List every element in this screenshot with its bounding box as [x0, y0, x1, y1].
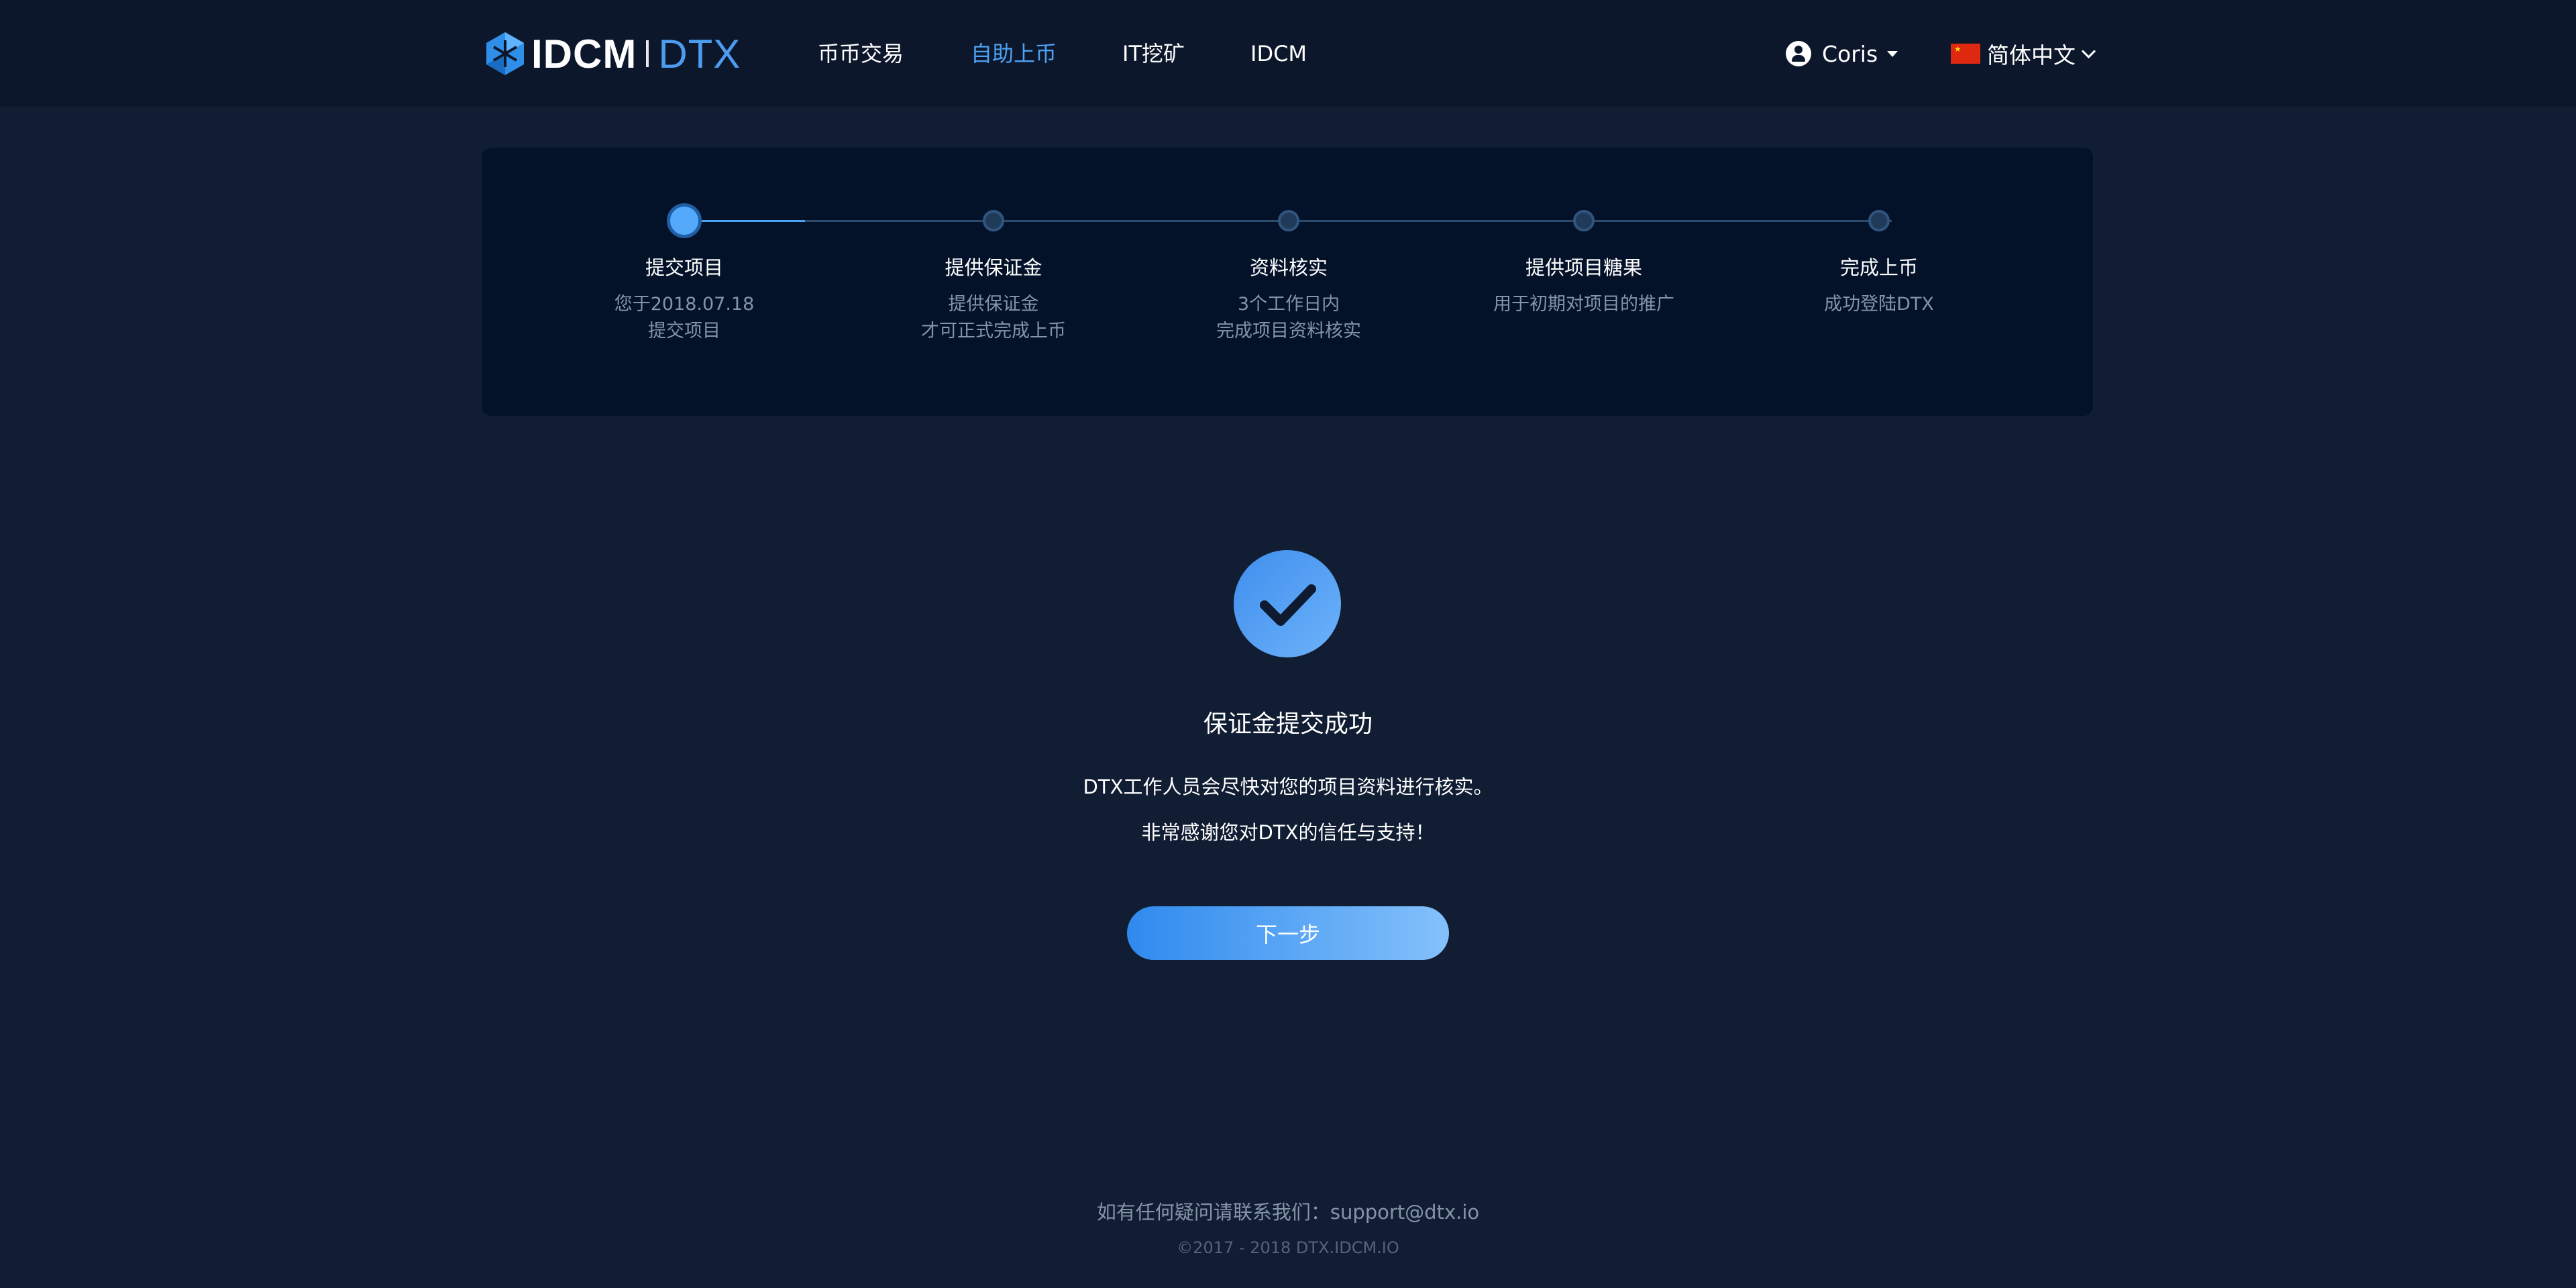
- step-title-listed: 完成上币: [1839, 256, 1918, 279]
- step-desc-line: 提交项目: [648, 321, 720, 341]
- hexagon-logo-icon: [486, 32, 524, 75]
- success-check-icon: [1234, 550, 1341, 657]
- support-email-link[interactable]: support@dtx.io: [1330, 1201, 1479, 1224]
- step-title-deposit: 提供保证金: [945, 256, 1042, 279]
- step-desc-line: 3个工作日内: [1237, 294, 1340, 315]
- step-desc-line: 才可正式完成上币: [921, 321, 1066, 341]
- caret-down-icon: [1887, 50, 1898, 57]
- step-desc-line: 提供保证金: [948, 294, 1039, 315]
- chevron-down-icon: [2081, 44, 2096, 58]
- nav-self-listing[interactable]: 自助上币: [971, 38, 1057, 70]
- user-menu[interactable]: Coris: [1786, 38, 1898, 70]
- success-message-line2: 非常感谢您对DTX的信任与支持！: [1141, 821, 1435, 844]
- step-title-verify: 资料核实: [1249, 256, 1328, 279]
- language-selector[interactable]: 简体中文: [1951, 38, 2096, 70]
- step-desc-line: 完成项目资料核实: [1216, 321, 1361, 341]
- progress-track-completed: [684, 220, 805, 222]
- step-desc-listed: 成功登陆DTX: [1745, 291, 2013, 318]
- nav-coin-trading[interactable]: 币币交易: [818, 38, 904, 70]
- user-avatar-icon: [1786, 41, 1811, 66]
- step-desc-line: 成功登陆DTX: [1824, 294, 1934, 315]
- step-title-submit: 提交项目: [645, 256, 723, 279]
- step-node-5: [1868, 210, 1890, 231]
- step-node-3: [1278, 210, 1299, 231]
- step-node-4: [1573, 210, 1595, 231]
- logo-divider: [646, 40, 649, 67]
- step-desc-submit: 您于2018.07.18 提交项目: [550, 291, 818, 345]
- step-node-1: [667, 203, 702, 238]
- progress-track: [805, 220, 1892, 222]
- next-step-button[interactable]: 下一步: [1127, 906, 1449, 960]
- step-desc-candy: 用于初期对项目的推广: [1450, 291, 1718, 318]
- step-desc-line: 用于初期对项目的推广: [1493, 294, 1674, 315]
- step-desc-deposit: 提供保证金 才可正式完成上币: [859, 291, 1128, 345]
- success-message-line1: DTX工作人员会尽快对您的项目资料进行核实。: [1083, 775, 1493, 798]
- logo-idcm-text: IDCM: [531, 31, 637, 76]
- nav-it-mining[interactable]: IT挖矿: [1122, 38, 1185, 70]
- step-title-candy: 提供项目糖果: [1525, 256, 1642, 279]
- language-label: 简体中文: [1987, 42, 2076, 68]
- user-name: Coris: [1822, 40, 1878, 67]
- nav-idcm[interactable]: IDCM: [1250, 38, 1307, 70]
- contact-prefix: 如有任何疑问请联系我们：: [1096, 1201, 1330, 1224]
- footer-copyright: ©2017 - 2018 DTX.IDCM.IO: [1177, 1238, 1399, 1257]
- success-title: 保证金提交成功: [1203, 710, 1373, 738]
- top-header: IDCM DTX 币币交易 自助上币 IT挖矿 IDCM Coris 简体中文: [0, 0, 2576, 107]
- step-desc-line: 您于2018.07.18: [614, 294, 755, 315]
- step-desc-verify: 3个工作日内 完成项目资料核实: [1155, 291, 1423, 345]
- footer-contact: 如有任何疑问请联系我们：support@dtx.io: [885, 1197, 1690, 1225]
- step-node-2: [983, 210, 1004, 231]
- logo-dtx-text: DTX: [658, 31, 741, 76]
- logo[interactable]: IDCM DTX: [486, 30, 741, 78]
- checkmark-icon: [1260, 584, 1316, 626]
- china-flag-icon: [1951, 44, 1980, 64]
- progress-steps-panel: 提交项目 您于2018.07.18 提交项目 提供保证金 提供保证金 才可正式完…: [482, 148, 2093, 416]
